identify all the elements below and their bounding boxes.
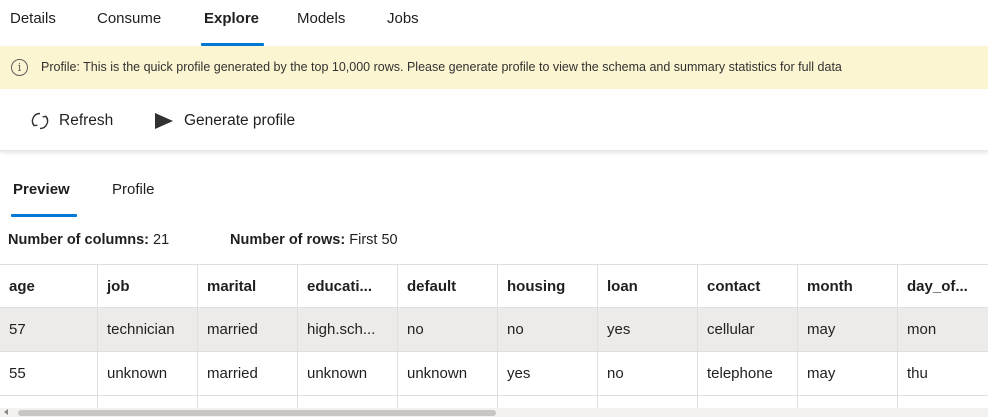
table-cell: unknown <box>398 352 498 395</box>
table-cell: no <box>498 308 598 351</box>
table-cell: unknown <box>98 352 198 395</box>
table-row[interactable]: 57 technician married high.sch... no no yes cel… <box>0 308 988 352</box>
tab-jobs[interactable]: Jobs <box>387 10 419 27</box>
profile-info-banner: i Profile: This is the quick profile gen… <box>0 46 988 89</box>
refresh-icon <box>31 112 49 130</box>
tab-details[interactable]: Details <box>10 10 56 27</box>
command-bar: Refresh Generate profile <box>0 89 988 151</box>
table-cell: no <box>598 352 698 395</box>
play-icon <box>155 113 173 129</box>
table-cell: mon <box>898 308 988 351</box>
refresh-button[interactable]: Refresh <box>30 111 113 131</box>
table-cell: 55 <box>0 352 98 395</box>
column-header[interactable]: month <box>798 265 898 307</box>
tab-models[interactable]: Models <box>297 10 345 27</box>
generate-profile-label: Generate profile <box>184 112 296 129</box>
scroll-left-icon[interactable] <box>4 409 8 415</box>
tab-explore[interactable]: Explore <box>204 10 259 27</box>
column-header[interactable]: contact <box>698 265 798 307</box>
table-cell: may <box>798 308 898 351</box>
row-count-value: First 50 <box>349 232 398 248</box>
banner-message: Profile: This is the quick profile gener… <box>41 60 842 74</box>
column-header[interactable]: educati... <box>298 265 398 307</box>
column-header[interactable]: loan <box>598 265 698 307</box>
table-row[interactable]: 55 unknown married unknown unknown yes no telep… <box>0 352 988 396</box>
table-cell: unknown <box>298 352 398 395</box>
table-cell: 57 <box>0 308 98 351</box>
generate-profile-button[interactable]: Generate profile <box>153 111 295 131</box>
data-preview-grid: age job marital educati... default housing loa… <box>0 264 988 417</box>
table-cell: married <box>198 308 298 351</box>
column-header[interactable]: default <box>398 265 498 307</box>
column-header[interactable]: day_of... <box>898 265 988 307</box>
table-cell: thu <box>898 352 988 395</box>
refresh-label: Refresh <box>59 112 114 129</box>
table-cell: telephone <box>698 352 798 395</box>
table-header-row: age job marital educati... default housing loa… <box>0 264 988 308</box>
active-inner-tab-indicator <box>11 214 77 217</box>
tab-preview[interactable]: Preview <box>13 181 70 198</box>
column-count-value: 21 <box>153 232 170 248</box>
column-count: Number of columns: 21 <box>8 232 169 248</box>
top-tab-bar: Details Consume Explore Models Jobs <box>0 0 988 46</box>
table-cell: yes <box>598 308 698 351</box>
column-header[interactable]: marital <box>198 265 298 307</box>
table-cell: may <box>798 352 898 395</box>
table-cell: no <box>398 308 498 351</box>
column-header[interactable]: housing <box>498 265 598 307</box>
scrollbar-thumb[interactable] <box>18 410 496 416</box>
table-cell: yes <box>498 352 598 395</box>
table-cell: high.sch... <box>298 308 398 351</box>
table-cell: married <box>198 352 298 395</box>
row-count-label: Number of rows: <box>230 232 346 248</box>
column-header[interactable]: job <box>98 265 198 307</box>
info-icon: i <box>11 59 28 76</box>
table-cell: cellular <box>698 308 798 351</box>
column-header[interactable]: age <box>0 265 98 307</box>
table-cell: technician <box>98 308 198 351</box>
tab-profile[interactable]: Profile <box>112 181 155 198</box>
column-count-label: Number of columns: <box>8 232 149 248</box>
tab-consume[interactable]: Consume <box>97 10 161 27</box>
horizontal-scrollbar[interactable] <box>0 408 988 417</box>
preview-tab-bar: Preview Profile <box>0 170 988 218</box>
row-count: Number of rows: First 50 <box>230 232 398 248</box>
